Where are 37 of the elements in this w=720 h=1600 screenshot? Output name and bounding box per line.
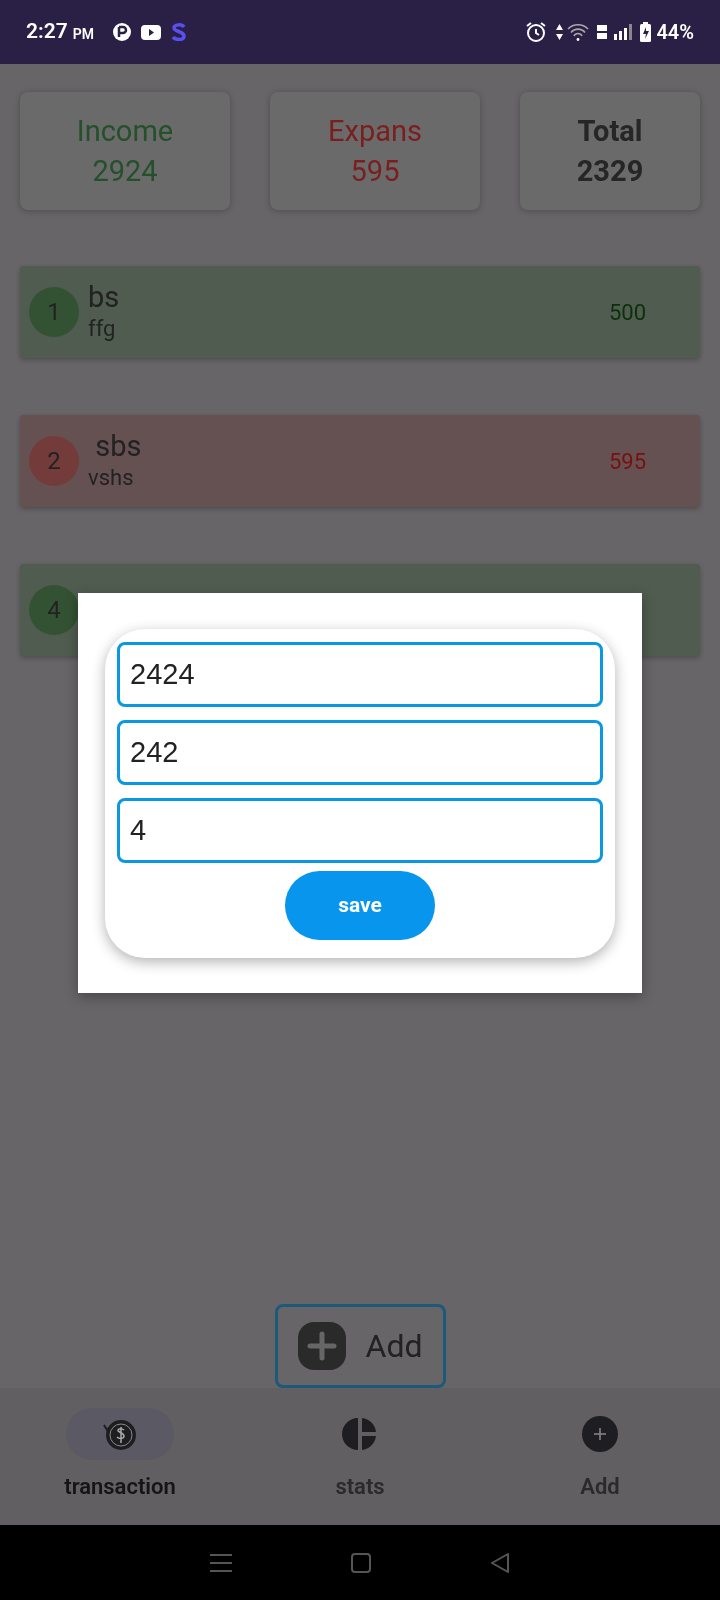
transaction-title: sbs <box>94 429 143 463</box>
summary-label: Expans <box>328 113 422 150</box>
transaction-amount: 500 <box>608 298 646 327</box>
pie-chart-icon <box>342 1416 378 1452</box>
status-time: 2:27 <box>26 18 68 46</box>
nav-tab[interactable]: Add <box>480 1388 720 1525</box>
s-letter-icon <box>170 23 186 41</box>
transaction-number: 2 <box>29 436 79 486</box>
save-button[interactable]: save <box>285 871 435 940</box>
nav-tab[interactable]: stats <box>240 1388 480 1525</box>
wifi-icon <box>566 23 591 41</box>
menu-icon[interactable] <box>209 1553 232 1572</box>
transaction-title: bs <box>88 280 121 314</box>
summary-value: 595 <box>350 153 400 190</box>
signal-icon <box>614 24 633 40</box>
home-square-icon[interactable] <box>351 1552 371 1573</box>
input-field[interactable]: 242 <box>117 720 603 785</box>
back-triangle-icon[interactable] <box>490 1551 511 1574</box>
video-icon <box>140 24 161 40</box>
summary-label: Income <box>76 113 174 150</box>
transaction-note: vshs <box>88 464 135 492</box>
plus-circle-icon <box>581 1415 619 1453</box>
summary-label: Total <box>577 113 643 150</box>
battery-icon <box>640 22 652 42</box>
input-field[interactable]: 4 <box>117 798 603 863</box>
data-arrows-icon <box>555 23 565 41</box>
alarm-icon <box>525 21 548 43</box>
plus-icon <box>297 1322 346 1370</box>
summary-value: 2329 <box>576 153 644 190</box>
battery-percent: 44% <box>656 19 694 46</box>
input-field[interactable]: 2424 <box>117 642 603 707</box>
transaction-note: ffg <box>88 315 117 343</box>
nav-tab[interactable]: transaction <box>0 1388 240 1525</box>
transaction-amount: 595 <box>608 447 646 476</box>
summary-value: 2924 <box>92 153 158 190</box>
app-icon <box>111 22 132 42</box>
status-ampm: PM <box>72 24 94 44</box>
